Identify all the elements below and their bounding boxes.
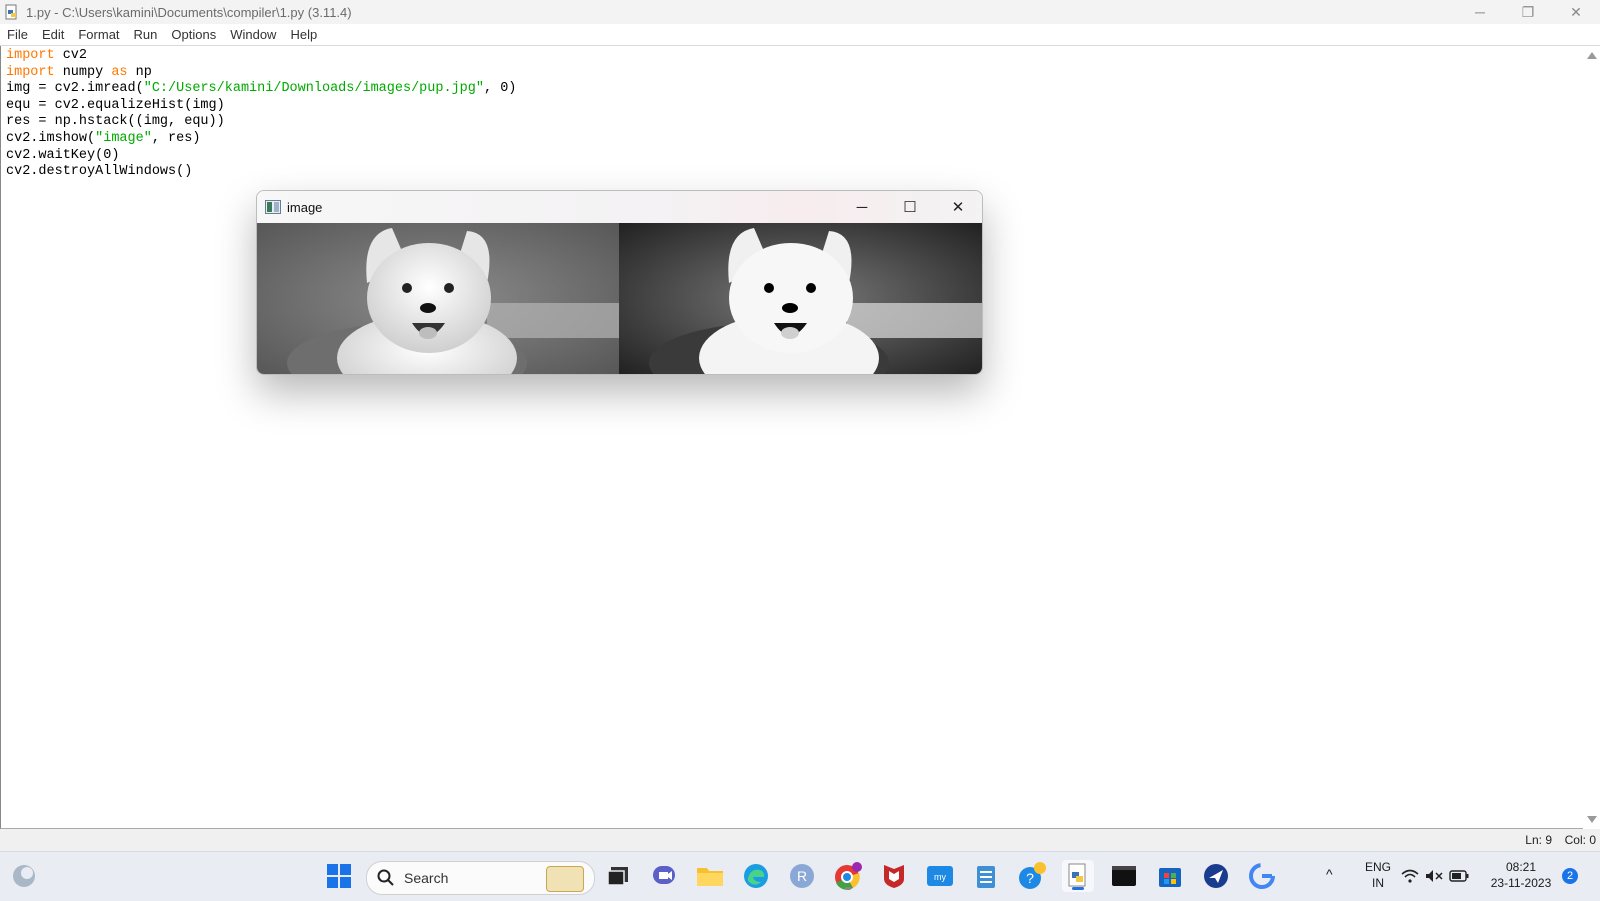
original-image-half (257, 223, 619, 374)
image-window-icon (265, 200, 281, 214)
svg-text:my: my (934, 872, 946, 882)
close-button[interactable]: ✕ (934, 191, 982, 223)
clock-time: 08:21 (1505, 860, 1537, 874)
battery-icon[interactable] (1448, 860, 1470, 892)
keyword: import (6, 64, 55, 80)
image-window-controls: ─ ☐ ✕ (838, 191, 982, 223)
minimize-button[interactable]: ─ (838, 191, 886, 223)
terminal-icon[interactable] (1108, 860, 1140, 892)
code-text: import cv2 import numpy as np img = cv2.… (6, 48, 516, 181)
keyword: as (111, 64, 128, 80)
menu-window[interactable]: Window (223, 27, 283, 42)
file-explorer-icon[interactable] (694, 860, 726, 892)
r-app-icon[interactable]: R (786, 860, 818, 892)
maximize-button[interactable]: ☐ (886, 191, 934, 223)
window-controls: ─ ❐ ✕ (1456, 0, 1600, 24)
menu-help[interactable]: Help (283, 27, 324, 42)
notepad-icon[interactable] (970, 860, 1002, 892)
show-hidden-icons-chevron[interactable]: ^ (1326, 866, 1333, 882)
line-number: Ln: 9 (1525, 833, 1552, 847)
restore-button[interactable]: ❐ (1504, 0, 1552, 24)
puppy-image (257, 223, 982, 374)
scroll-down-icon[interactable] (1587, 816, 1597, 823)
code-segment: numpy (54, 64, 112, 80)
code-line: equ = cv2.equalizeHist(img) (6, 97, 225, 113)
help-icon[interactable]: ? (1016, 860, 1048, 892)
mail-app-icon[interactable] (1200, 860, 1232, 892)
language-region: IN (1372, 876, 1384, 890)
widgets-icon[interactable] (8, 860, 40, 892)
menu-file[interactable]: File (0, 27, 35, 42)
mylp-icon[interactable]: my (924, 860, 956, 892)
code-segment: cv2.imshow( (6, 130, 96, 146)
code-segment: img = cv2.imread( (6, 81, 144, 97)
svg-text:?: ? (1026, 870, 1034, 886)
minimize-button[interactable]: ─ (1456, 0, 1504, 24)
python-idle-icon[interactable] (1062, 860, 1094, 892)
search-icon (377, 869, 394, 886)
mcafee-icon[interactable] (878, 860, 910, 892)
teams-chat-icon[interactable] (648, 860, 680, 892)
code-segment: , 0) (484, 81, 517, 97)
language-indicator[interactable]: ENG IN (1360, 859, 1396, 891)
menu-bar: File Edit Format Run Options Window Help (0, 24, 1600, 46)
edge-browser-icon[interactable] (740, 860, 772, 892)
image-window-title: image (287, 199, 323, 215)
chrome-icon[interactable] (832, 860, 864, 892)
code-line: res = np.hstack((img, equ)) (6, 114, 225, 130)
scroll-up-icon[interactable] (1587, 52, 1597, 59)
taskbar: Search R my ? ^ ENG IN 08:21 23-11-2023 … (0, 851, 1600, 901)
keyword: import (6, 48, 55, 63)
microsoft-store-icon[interactable] (1154, 860, 1186, 892)
svg-text:R: R (797, 868, 807, 884)
code-segment: , res) (151, 130, 201, 146)
search-highlight-icon (546, 866, 584, 892)
menu-edit[interactable]: Edit (35, 27, 71, 42)
search-placeholder: Search (404, 870, 449, 886)
equalized-image-half (619, 223, 982, 374)
language-code: ENG (1364, 860, 1391, 874)
taskbar-search[interactable]: Search (366, 861, 595, 895)
clock[interactable]: 08:21 23-11-2023 (1486, 859, 1556, 891)
menu-run[interactable]: Run (127, 27, 165, 42)
close-button[interactable]: ✕ (1552, 0, 1600, 24)
window-title: 1.py - C:\Users\kamini\Documents\compile… (26, 4, 352, 20)
wifi-icon[interactable] (1400, 860, 1420, 892)
image-window-titlebar[interactable]: image ─ ☐ ✕ (257, 191, 982, 223)
clock-date: 23-11-2023 (1490, 876, 1552, 890)
title-bar: 1.py - C:\Users\kamini\Documents\compile… (0, 0, 1600, 24)
column-number: Col: 0 (1564, 833, 1596, 847)
start-button-icon[interactable] (323, 860, 355, 892)
code-line: cv2.destroyAllWindows() (6, 164, 193, 180)
status-bar: Ln: 9 Col: 0 (0, 829, 1600, 851)
string-literal: "C:/Users/kamini/Downloads/images/pup.jp… (143, 81, 484, 97)
code-segment: np (127, 64, 152, 80)
string-literal: "image" (95, 130, 152, 146)
image-window[interactable]: image ─ ☐ ✕ (256, 190, 983, 375)
python-file-icon (5, 4, 17, 20)
code-editor[interactable]: import cv2 import numpy as np img = cv2.… (0, 46, 1583, 829)
menu-format[interactable]: Format (71, 27, 126, 42)
menu-options[interactable]: Options (164, 27, 223, 42)
google-icon[interactable] (1246, 860, 1278, 892)
notification-badge[interactable]: 2 (1562, 868, 1578, 884)
code-line: cv2.waitKey(0) (6, 147, 120, 163)
volume-muted-icon[interactable] (1424, 860, 1444, 892)
task-view-icon[interactable] (602, 860, 634, 892)
code-segment: cv2 (54, 48, 88, 63)
vertical-scrollbar[interactable] (1583, 46, 1600, 829)
